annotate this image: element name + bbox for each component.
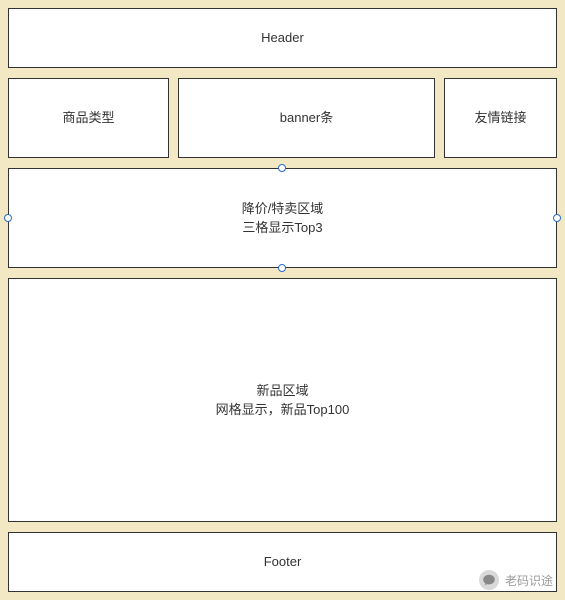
selection-handle-bottom-icon	[278, 264, 286, 272]
discount-text: 降价/特卖区域 三格显示Top3	[242, 199, 324, 238]
banner-label: banner条	[280, 108, 333, 128]
selection-handle-top-icon	[278, 164, 286, 172]
new-products-text: 新品区域 网格显示，新品Top100	[216, 381, 350, 420]
discount-line2: 三格显示Top3	[242, 218, 324, 238]
banner-region: banner条	[178, 78, 435, 158]
new-products-region: 新品区域 网格显示，新品Top100	[8, 278, 557, 522]
categories-region: 商品类型	[8, 78, 169, 158]
discount-region: 降价/特卖区域 三格显示Top3	[8, 168, 557, 268]
selection-handle-left-icon	[4, 214, 12, 222]
header-label: Header	[261, 28, 304, 48]
discount-line1: 降价/特卖区域	[242, 199, 324, 219]
links-region: 友情链接	[444, 78, 557, 158]
links-label: 友情链接	[474, 108, 526, 128]
new-products-line1: 新品区域	[216, 381, 350, 401]
footer-region: Footer	[8, 532, 557, 592]
new-products-line2: 网格显示，新品Top100	[216, 400, 350, 420]
footer-label: Footer	[264, 552, 302, 572]
header-region: Header	[8, 8, 557, 68]
categories-label: 商品类型	[62, 108, 114, 128]
selection-handle-right-icon	[553, 214, 561, 222]
